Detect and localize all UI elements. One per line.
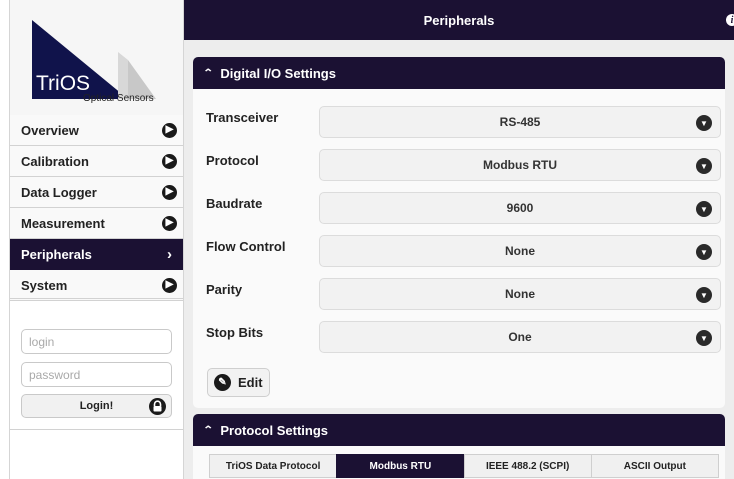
setting-label: Flow Control: [206, 239, 286, 254]
login-form: Login!: [10, 318, 183, 430]
chevron-right-icon: ▶: [162, 277, 177, 293]
chevron-up-icon: ⌃: [202, 67, 214, 79]
select-value: 9600: [506, 201, 534, 215]
protocol-tabs: TriOS Data Protocol Modbus RTU IEEE 488.…: [209, 454, 719, 478]
chevron-down-icon: ▼: [696, 287, 712, 303]
tab-trios-data-protocol[interactable]: TriOS Data Protocol: [209, 454, 337, 478]
setting-row-baudrate: Baudrate 9600 ▼: [193, 192, 725, 226]
sidebar-item-label: Data Logger: [21, 184, 97, 200]
transceiver-select[interactable]: RS-485 ▼: [319, 106, 721, 138]
sidebar-item-calibration[interactable]: Calibration ▶: [10, 146, 183, 177]
tab-ieee-488-2-scpi[interactable]: IEEE 488.2 (SCPI): [463, 454, 591, 478]
digital-io-panel: ⌃ Digital I/O Settings Transceiver RS-48…: [193, 57, 725, 408]
setting-label: Parity: [206, 282, 243, 297]
setting-row-protocol: Protocol Modbus RTU ▼: [193, 149, 725, 183]
sidebar-item-system[interactable]: System ▶: [10, 270, 183, 301]
chevron-right-icon: ▶: [162, 122, 177, 138]
top-bar: Peripherals i: [184, 0, 734, 40]
chevron-right-icon: ▶: [162, 215, 177, 231]
setting-row-stop-bits: Stop Bits One ▼: [193, 321, 725, 355]
setting-label: Baudrate: [206, 196, 263, 211]
lock-icon: [149, 398, 166, 415]
protocol-select[interactable]: Modbus RTU ▼: [319, 149, 721, 181]
sidebar-nav: Overview ▶ Calibration ▶ Data Logger ▶ M…: [10, 115, 183, 301]
select-value: One: [508, 330, 532, 344]
select-value: Modbus RTU: [483, 158, 557, 172]
setting-label: Protocol: [206, 153, 259, 168]
digital-io-header[interactable]: ⌃ Digital I/O Settings: [193, 57, 725, 89]
sidebar-item-data-logger[interactable]: Data Logger ▶: [10, 177, 183, 208]
logo: TriOS Optical Sensors: [10, 0, 183, 115]
pencil-icon: ✎: [214, 374, 231, 391]
login-button[interactable]: Login!: [21, 394, 172, 418]
stop-bits-select[interactable]: One ▼: [319, 321, 721, 353]
logo-tagline: Optical Sensors: [83, 93, 154, 104]
sidebar-divider: [10, 298, 183, 299]
chevron-down-icon: ▼: [696, 244, 712, 260]
edit-button[interactable]: ✎ Edit: [207, 368, 270, 397]
panel-title: Protocol Settings: [220, 422, 329, 438]
select-value: None: [505, 244, 535, 258]
chevron-down-icon: ▼: [696, 201, 712, 217]
chevron-right-icon: ▶: [162, 153, 177, 169]
password-input[interactable]: [21, 362, 172, 387]
sidebar-item-label: System: [21, 277, 68, 293]
sidebar: TriOS Optical Sensors Overview ▶ Calibra…: [9, 0, 184, 479]
tab-modbus-rtu[interactable]: Modbus RTU: [336, 454, 464, 478]
sidebar-item-label: Peripherals: [21, 246, 92, 262]
protocol-settings-header[interactable]: ⌃ Protocol Settings: [193, 414, 725, 446]
flow-control-select[interactable]: None ▼: [319, 235, 721, 267]
chevron-right-icon: ›: [167, 245, 172, 263]
select-value: RS-485: [499, 115, 541, 129]
setting-row-transceiver: Transceiver RS-485 ▼: [193, 106, 725, 140]
info-icon[interactable]: i: [726, 14, 734, 26]
chevron-down-icon: ▼: [696, 158, 712, 174]
logo-brand: TriOS: [36, 72, 91, 95]
setting-label: Stop Bits: [206, 325, 264, 340]
chevron-right-icon: ▶: [162, 184, 177, 200]
sidebar-item-label: Measurement: [21, 215, 105, 231]
protocol-settings-panel: ⌃ Protocol Settings TriOS Data Protocol …: [193, 414, 725, 479]
sidebar-item-label: Calibration: [21, 153, 89, 169]
setting-row-parity: Parity None ▼: [193, 278, 725, 312]
login-button-label: Login!: [79, 400, 114, 412]
parity-select[interactable]: None ▼: [319, 278, 721, 310]
select-value: None: [505, 287, 535, 301]
edit-button-label: Edit: [238, 375, 263, 390]
baudrate-select[interactable]: 9600 ▼: [319, 192, 721, 224]
sidebar-item-peripherals[interactable]: Peripherals ›: [10, 239, 183, 270]
sidebar-item-label: Overview: [21, 122, 79, 138]
main-content: ⌃ Digital I/O Settings Transceiver RS-48…: [184, 40, 734, 479]
setting-row-flow-control: Flow Control None ▼: [193, 235, 725, 269]
page-title: Peripherals: [423, 12, 495, 28]
sidebar-item-measurement[interactable]: Measurement ▶: [10, 208, 183, 239]
setting-label: Transceiver: [206, 110, 279, 125]
tab-ascii-output[interactable]: ASCII Output: [590, 454, 719, 478]
chevron-down-icon: ▼: [696, 115, 712, 131]
sidebar-item-overview[interactable]: Overview ▶: [10, 115, 183, 146]
panel-title: Digital I/O Settings: [220, 65, 336, 81]
login-input[interactable]: [21, 329, 172, 354]
chevron-down-icon: ▼: [696, 330, 712, 346]
chevron-up-icon: ⌃: [202, 424, 214, 436]
